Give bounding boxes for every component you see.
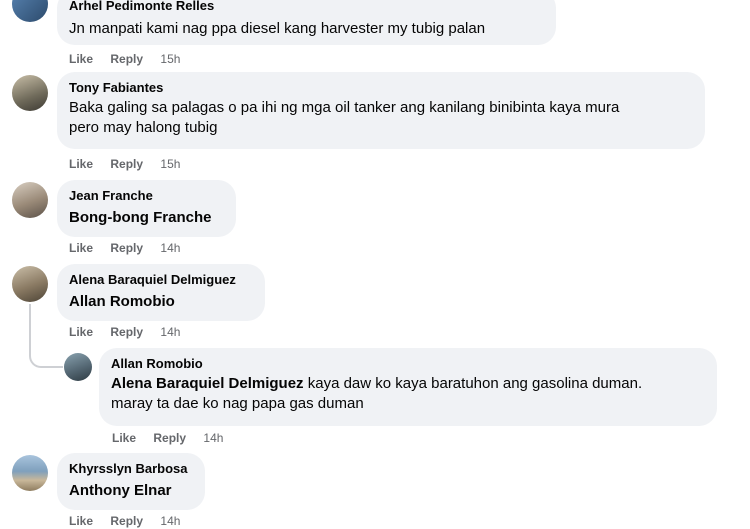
comment-text-fragment: kaya daw ko kaya baratuhon ang gasolina …: [303, 375, 643, 392]
reply-button[interactable]: Reply: [153, 431, 186, 445]
reply-thread-curve: [29, 346, 63, 368]
reply-bubble: Allan Romobio Alena Baraquiel Delmiguez …: [99, 348, 717, 426]
comment-author[interactable]: Khyrsslyn Barbosa: [69, 461, 193, 477]
comment-timestamp[interactable]: 14h: [160, 325, 180, 339]
reply-button[interactable]: Reply: [110, 241, 143, 255]
comment-text-line: Alena Baraquiel Delmiguez kaya daw ko ka…: [111, 374, 705, 394]
comment-actions: Like Reply 15h: [69, 156, 180, 172]
like-button[interactable]: Like: [69, 157, 93, 171]
comment-text-line: Baka galing sa palagas o pa ihi ng mga o…: [69, 99, 620, 116]
comment-author[interactable]: Arhel Pedimonte Relles: [69, 0, 544, 14]
like-button[interactable]: Like: [69, 52, 93, 66]
avatar[interactable]: [64, 353, 92, 381]
avatar[interactable]: [12, 182, 48, 218]
avatar[interactable]: [12, 75, 48, 111]
comment-actions: Like Reply 14h: [69, 513, 180, 529]
reply-button[interactable]: Reply: [110, 157, 143, 171]
comment-actions: Like Reply 15h: [69, 51, 180, 67]
reply-button[interactable]: Reply: [110, 52, 143, 66]
comment-timestamp[interactable]: 14h: [160, 241, 180, 255]
comment-bubble: Arhel Pedimonte Relles Jn manpati kami n…: [57, 0, 556, 45]
comment-author[interactable]: Alena Baraquiel Delmiguez: [69, 272, 253, 288]
comment-author[interactable]: Allan Romobio: [111, 356, 705, 372]
reply-thread-line: [29, 304, 31, 348]
comment-text: Jn manpati kami nag ppa diesel kang harv…: [69, 20, 486, 37]
comment-timestamp[interactable]: 14h: [160, 514, 180, 528]
comment-bubble: Tony Fabiantes Baka galing sa palagas o …: [57, 72, 705, 149]
avatar[interactable]: [12, 0, 48, 22]
mentioned-user[interactable]: Anthony Elnar: [69, 481, 193, 501]
comment-bubble: Jean Franche Bong-bong Franche: [57, 180, 236, 237]
like-button[interactable]: Like: [69, 325, 93, 339]
mentioned-user[interactable]: Alena Baraquiel Delmiguez: [111, 375, 304, 392]
comment-bubble: Khyrsslyn Barbosa Anthony Elnar: [57, 453, 205, 510]
avatar[interactable]: [12, 455, 48, 491]
comment-actions: Like Reply 14h: [112, 430, 223, 446]
comment-text-line: pero may halong tubig: [69, 119, 218, 136]
mentioned-user[interactable]: Bong-bong Franche: [69, 208, 224, 228]
comment-text-line: maray ta dae ko nag papa gas duman: [111, 395, 364, 412]
comment-actions: Like Reply 14h: [69, 240, 180, 256]
like-button[interactable]: Like: [112, 431, 136, 445]
like-button[interactable]: Like: [69, 514, 93, 528]
reply-button[interactable]: Reply: [110, 514, 143, 528]
comment-bubble: Alena Baraquiel Delmiguez Allan Romobio: [57, 264, 265, 321]
avatar[interactable]: [12, 266, 48, 302]
comment-timestamp[interactable]: 15h: [160, 157, 180, 171]
comment-timestamp[interactable]: 15h: [160, 52, 180, 66]
comment-author[interactable]: Tony Fabiantes: [69, 80, 693, 96]
like-button[interactable]: Like: [69, 241, 93, 255]
comment-timestamp[interactable]: 14h: [203, 431, 223, 445]
mentioned-user[interactable]: Allan Romobio: [69, 292, 253, 312]
reply-button[interactable]: Reply: [110, 325, 143, 339]
comment-actions: Like Reply 14h: [69, 324, 180, 340]
comment-author[interactable]: Jean Franche: [69, 188, 224, 204]
